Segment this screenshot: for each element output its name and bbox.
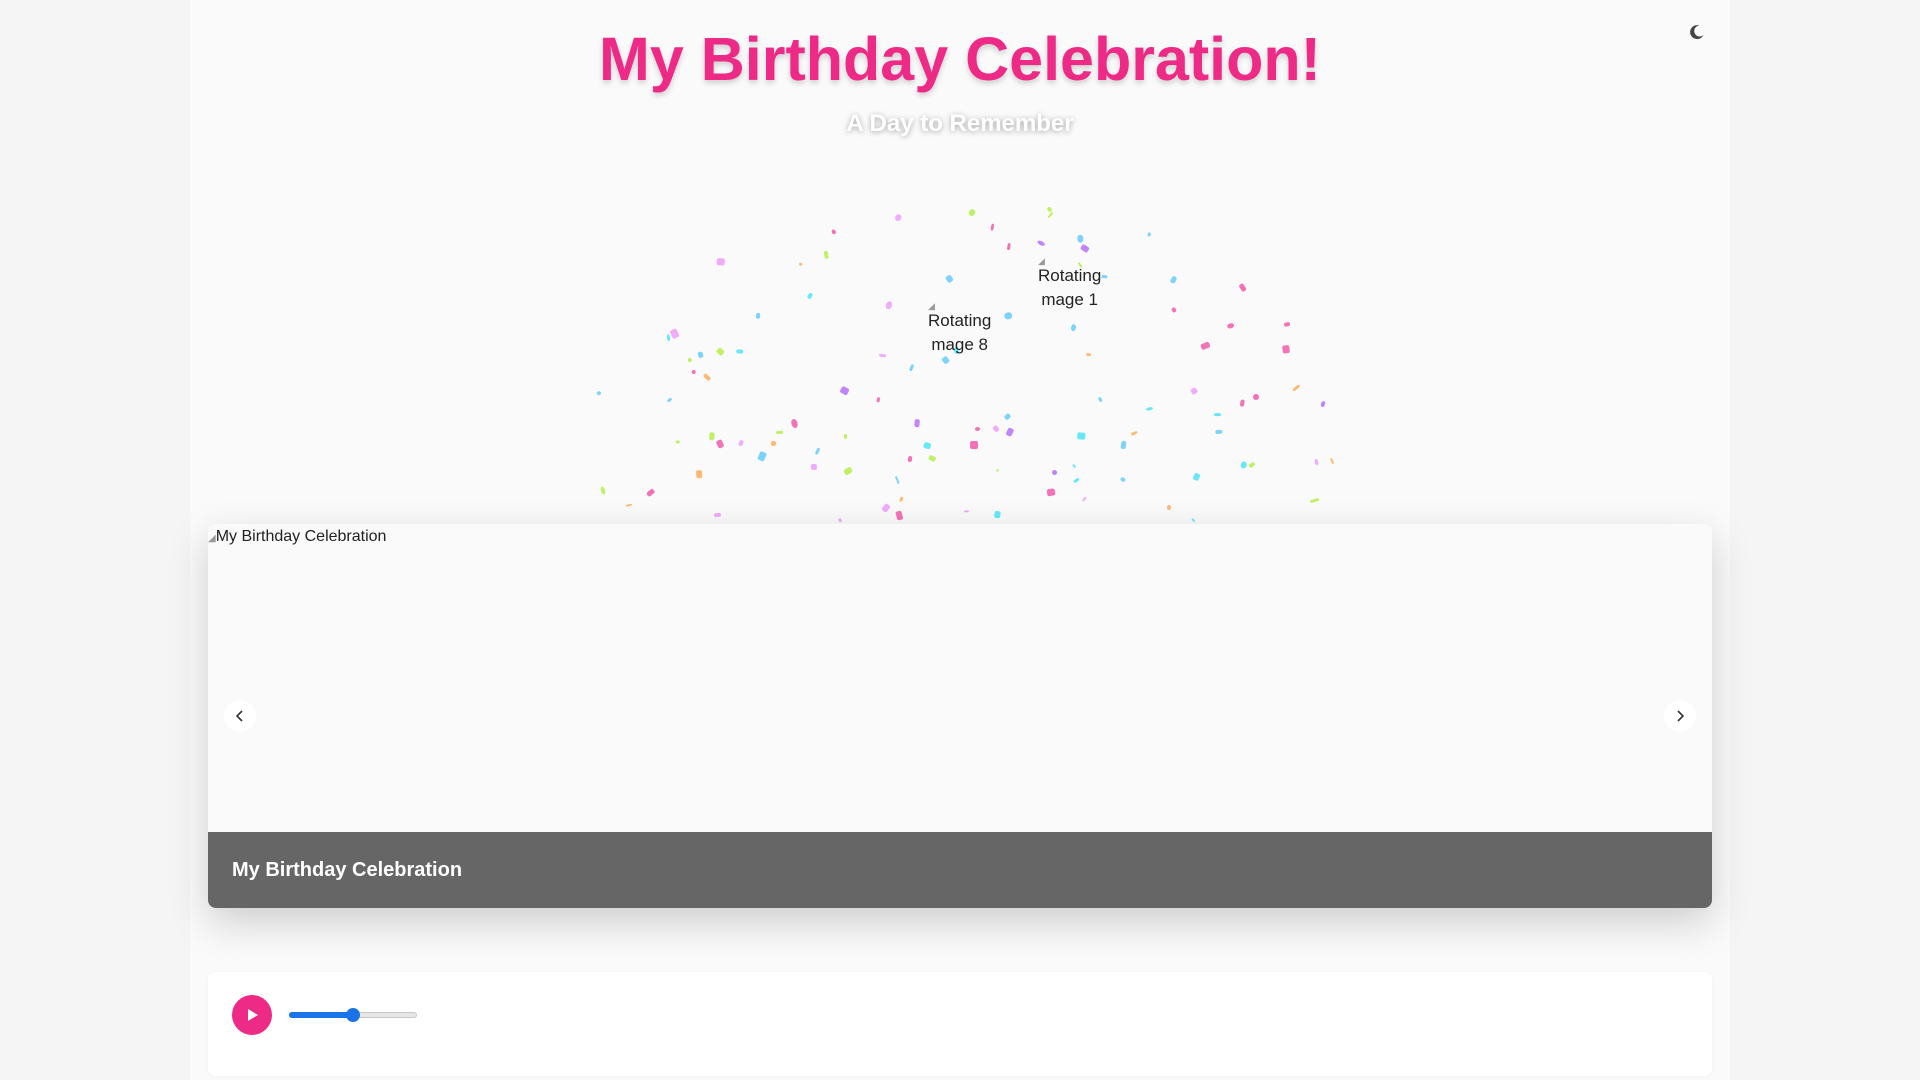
- rotating-image-alt: Rotating: [928, 311, 992, 330]
- volume-slider[interactable]: [289, 1008, 417, 1022]
- rotating-image-alt: mage 1: [1041, 290, 1099, 309]
- play-button[interactable]: [232, 995, 272, 1035]
- rotating-image-8: ◢ Rotating mage 8: [928, 302, 992, 357]
- page-title: My Birthday Celebration!: [599, 25, 1321, 93]
- rotating-image-alt: Rotating: [1038, 266, 1102, 285]
- chevron-left-icon: [235, 710, 243, 722]
- volume-thumb[interactable]: [346, 1008, 360, 1022]
- chevron-right-icon: [1677, 710, 1685, 722]
- carousel-prev-button[interactable]: [224, 700, 256, 732]
- play-icon: [248, 1009, 258, 1021]
- carousel-caption-text: My Birthday Celebration: [232, 858, 463, 881]
- broken-image-icon: ◢: [208, 533, 216, 544]
- carousel-next-button[interactable]: [1664, 700, 1696, 732]
- theme-toggle-button[interactable]: [1683, 18, 1711, 46]
- photo-carousel: ◢My Birthday Celebration My Birthday Cel…: [208, 524, 1712, 908]
- volume-fill: [289, 1012, 353, 1018]
- music-player: [208, 972, 1712, 1076]
- carousel-image: ◢My Birthday Celebration: [208, 528, 386, 546]
- moon-icon: [1690, 25, 1704, 40]
- rotating-image-1: ◢ Rotating mage 1: [1038, 257, 1102, 312]
- rotating-image-alt: mage 8: [931, 335, 989, 354]
- carousel-caption: My Birthday Celebration: [208, 832, 1712, 908]
- page-subtitle: A Day to Remember: [846, 110, 1074, 137]
- carousel-image-alt: My Birthday Celebration: [215, 528, 387, 545]
